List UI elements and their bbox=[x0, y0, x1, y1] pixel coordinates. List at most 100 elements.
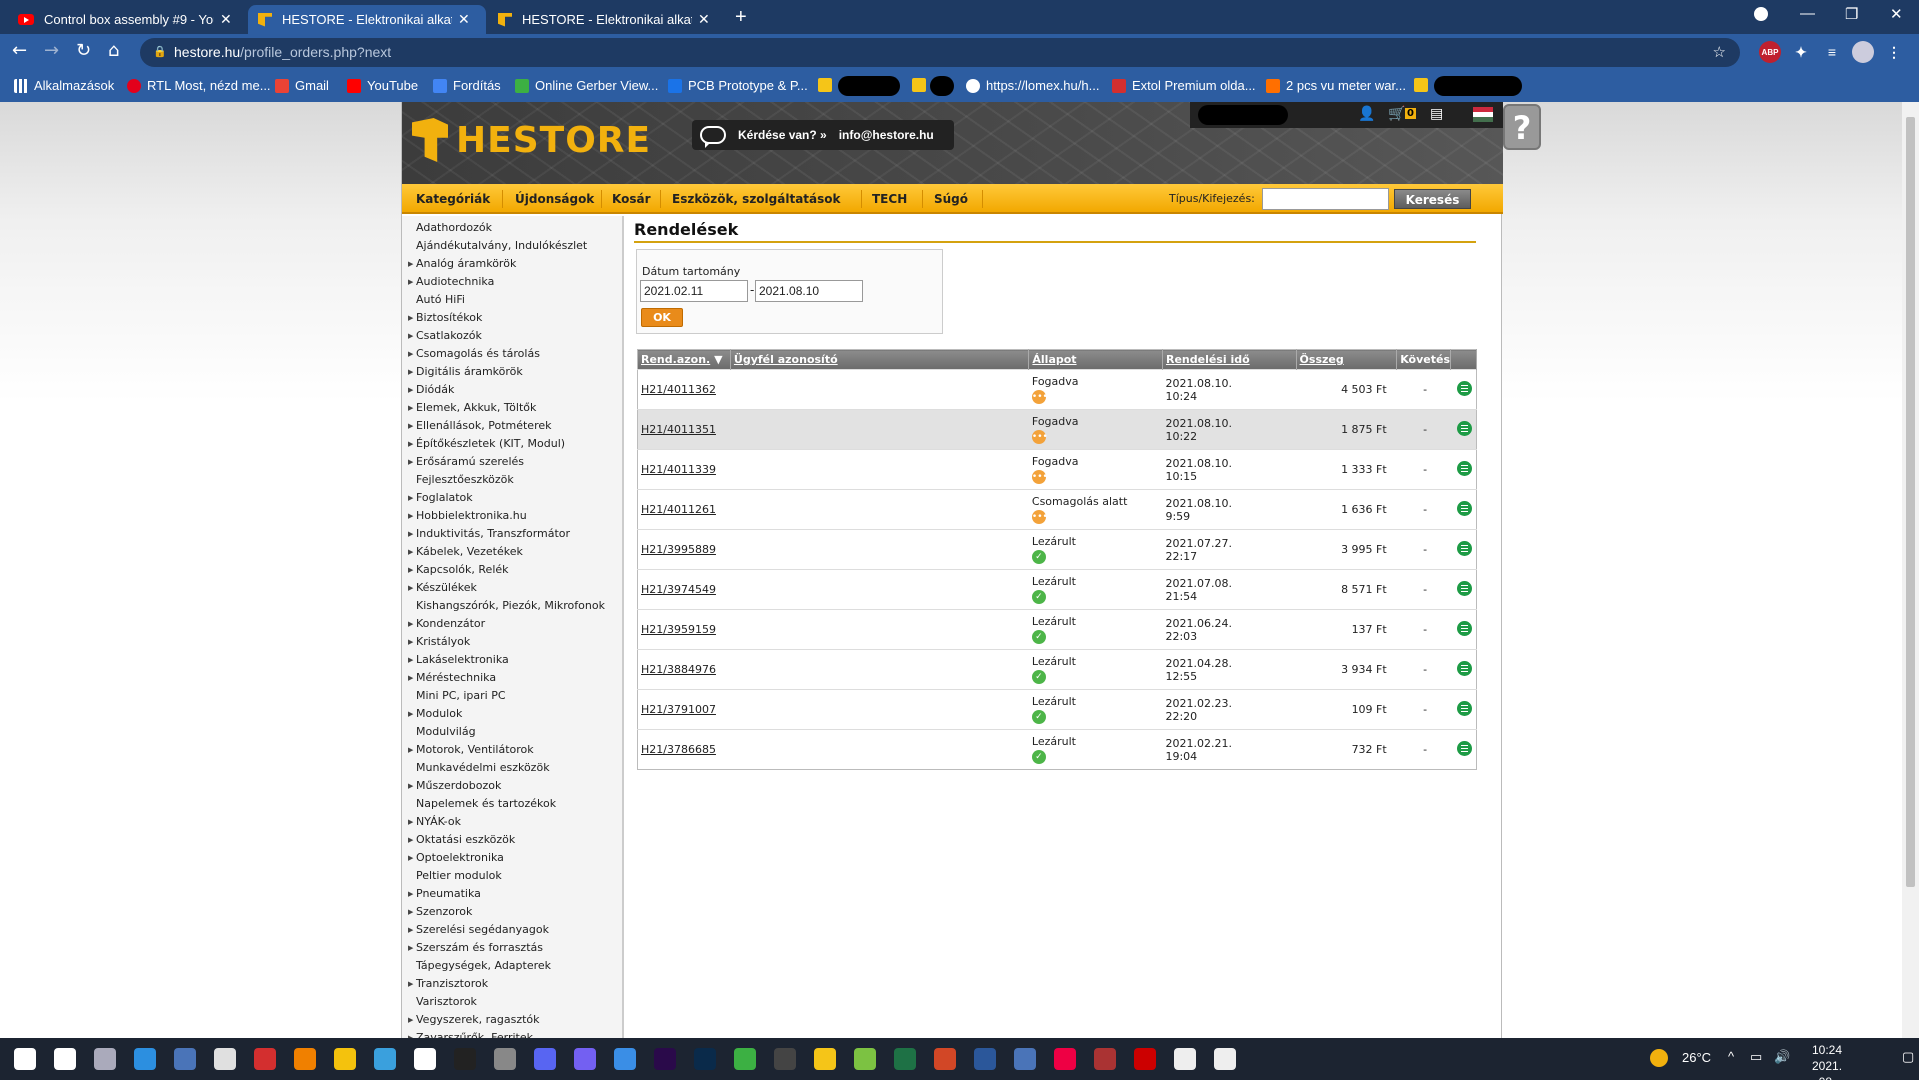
menu-cart[interactable]: Kosár bbox=[612, 192, 651, 206]
bookmark-folder[interactable] bbox=[818, 78, 838, 92]
app-icon[interactable] bbox=[734, 1048, 756, 1070]
back-icon[interactable]: ← bbox=[12, 40, 27, 61]
avatar[interactable] bbox=[1852, 41, 1874, 63]
forward-icon[interactable]: → bbox=[44, 40, 59, 61]
tab-hestore-active[interactable]: HESTORE - Elektronikai alkatrész ✕ bbox=[248, 5, 486, 34]
category-item[interactable]: Varisztorok bbox=[408, 993, 477, 1011]
flag-app-icon[interactable] bbox=[1054, 1048, 1076, 1070]
order-link[interactable]: H21/3884976 bbox=[641, 663, 716, 676]
search-icon[interactable] bbox=[54, 1048, 76, 1070]
bookmark-banggood[interactable]: 2 pcs vu meter war... bbox=[1266, 78, 1406, 93]
order-link[interactable]: H21/3995889 bbox=[641, 543, 716, 556]
category-item[interactable]: ▶ Műszerdobozok bbox=[408, 777, 501, 795]
category-item[interactable]: ▶ Csatlakozók bbox=[408, 327, 482, 345]
category-item[interactable]: ▶ Tranzisztorok bbox=[408, 975, 488, 993]
save-icon[interactable] bbox=[1014, 1048, 1036, 1070]
hungarian-flag-icon[interactable] bbox=[1473, 107, 1493, 122]
category-item[interactable]: ▶ Ellenállások, Potméterek bbox=[408, 417, 552, 435]
adblock-icon[interactable]: ABP bbox=[1759, 41, 1781, 63]
new-tab-button[interactable]: + bbox=[735, 6, 747, 29]
filezilla-icon[interactable] bbox=[1134, 1048, 1156, 1070]
menu-tech[interactable]: TECH bbox=[872, 192, 907, 206]
obs-icon[interactable] bbox=[774, 1048, 796, 1070]
f1-icon[interactable] bbox=[454, 1048, 476, 1070]
category-item[interactable]: Tápegységek, Adapterek bbox=[408, 957, 551, 975]
menu-icon[interactable]: ⋮ bbox=[1883, 41, 1905, 63]
photoshop-icon[interactable] bbox=[694, 1048, 716, 1070]
category-item[interactable]: ▶ Oktatási eszközök bbox=[408, 831, 515, 849]
date-from-input[interactable] bbox=[640, 280, 748, 302]
category-item[interactable]: Napelemek és tartozékok bbox=[408, 795, 556, 813]
bookmark-rtl[interactable]: RTL Most, nézd me... bbox=[127, 78, 271, 93]
category-item[interactable]: ▶ Zavarszűrők, Ferritek bbox=[408, 1029, 533, 1038]
category-item[interactable]: ▶ Biztosítékok bbox=[408, 309, 482, 327]
category-item[interactable]: ▶ Kondenzátor bbox=[408, 615, 485, 633]
close-tab-icon[interactable]: ✕ bbox=[458, 11, 470, 28]
chrome-active-icon[interactable] bbox=[1214, 1048, 1236, 1070]
order-details-icon[interactable] bbox=[1457, 580, 1473, 596]
bookmark-folder[interactable] bbox=[912, 78, 932, 92]
network-icon[interactable]: ▭ bbox=[1750, 1049, 1762, 1065]
tray-chevron-icon[interactable]: ^ bbox=[1728, 1049, 1734, 1064]
order-details-icon[interactable] bbox=[1457, 460, 1473, 476]
category-item[interactable]: ▶ Vegyszerek, ragasztók bbox=[408, 1011, 540, 1029]
help-button[interactable]: ? bbox=[1503, 104, 1541, 150]
category-item[interactable]: Mini PC, ipari PC bbox=[408, 687, 506, 705]
viber-icon[interactable] bbox=[574, 1048, 596, 1070]
bookmark-star-icon[interactable]: ☆ bbox=[1713, 38, 1726, 67]
profile-dropdown-icon[interactable] bbox=[1754, 7, 1768, 21]
close-tab-icon[interactable]: ✕ bbox=[698, 11, 710, 28]
order-link[interactable]: H21/4011261 bbox=[641, 503, 716, 516]
category-item[interactable]: ▶ Modulok bbox=[408, 705, 462, 723]
close-window-button[interactable]: ✕ bbox=[1890, 5, 1903, 23]
column-tracking[interactable]: Követés bbox=[1396, 349, 1451, 370]
order-link[interactable]: H21/3791007 bbox=[641, 703, 716, 716]
close-tab-icon[interactable]: ✕ bbox=[220, 11, 232, 28]
photo-app-icon[interactable] bbox=[1094, 1048, 1116, 1070]
category-item[interactable]: ▶ Építőkészletek (KIT, Modul) bbox=[408, 435, 565, 453]
order-details-icon[interactable] bbox=[1457, 540, 1473, 556]
category-item[interactable]: ▶ Elemek, Akkuk, Töltők bbox=[408, 399, 536, 417]
notepad-icon[interactable] bbox=[854, 1048, 876, 1070]
ok-button[interactable]: OK bbox=[641, 308, 683, 327]
compare-icon[interactable]: ▤ bbox=[1430, 106, 1443, 122]
explorer-icon[interactable] bbox=[814, 1048, 836, 1070]
category-item[interactable]: ▶ Analóg áramkörök bbox=[408, 255, 516, 273]
category-item[interactable]: ▶ Csomagolás és tárolás bbox=[408, 345, 540, 363]
bookmark-lomex[interactable]: https://lomex.hu/h... bbox=[966, 78, 1099, 93]
clock[interactable]: 10:24 2021. 08. 10. bbox=[1812, 1042, 1842, 1080]
mail-app-icon[interactable] bbox=[494, 1048, 516, 1070]
menu-help[interactable]: Súgó bbox=[934, 192, 968, 206]
category-item[interactable]: Kishangszórók, Piezók, Mikrofonok bbox=[408, 597, 605, 615]
order-link[interactable]: H21/4011351 bbox=[641, 423, 716, 436]
category-item[interactable]: ▶ Erősáramú szerelés bbox=[408, 453, 524, 471]
search-input[interactable] bbox=[1262, 188, 1389, 210]
category-item[interactable]: Fejlesztőeszközök bbox=[408, 471, 514, 489]
store-icon[interactable] bbox=[414, 1048, 436, 1070]
bookmark-gerber[interactable]: Online Gerber View... bbox=[515, 78, 658, 93]
order-link[interactable]: H21/3974549 bbox=[641, 583, 716, 596]
windows-start-icon[interactable] bbox=[14, 1048, 36, 1070]
order-link[interactable]: H21/3786685 bbox=[641, 743, 716, 756]
category-item[interactable]: ▶ Kapcsolók, Relék bbox=[408, 561, 509, 579]
search-button[interactable]: Keresés bbox=[1394, 189, 1471, 209]
edge-icon[interactable] bbox=[374, 1048, 396, 1070]
bookmark-folder[interactable] bbox=[1414, 78, 1434, 92]
category-item[interactable]: ▶ Induktivitás, Transzformátor bbox=[408, 525, 570, 543]
category-item[interactable]: Autó HiFi bbox=[408, 291, 465, 309]
order-link[interactable]: H21/4011362 bbox=[641, 383, 716, 396]
weather-icon[interactable] bbox=[1650, 1049, 1668, 1067]
mail-icon[interactable] bbox=[614, 1048, 636, 1070]
category-item[interactable]: ▶ Szenzorok bbox=[408, 903, 472, 921]
category-item[interactable]: Ajándékutalvány, Indulókészlet bbox=[408, 237, 587, 255]
scrollbar-thumb[interactable] bbox=[1906, 117, 1915, 887]
menu-tools[interactable]: Eszközök, szolgáltatások bbox=[672, 192, 841, 206]
bookmark-jlc[interactable]: PCB Prototype & P... bbox=[668, 78, 808, 93]
notifications-icon[interactable]: ▢ bbox=[1902, 1049, 1914, 1065]
sort-down-icon[interactable]: ▼ bbox=[714, 353, 722, 366]
reload-icon[interactable]: ↻ bbox=[76, 40, 91, 61]
vscode-icon[interactable] bbox=[134, 1048, 156, 1070]
category-item[interactable]: ▶ Kábelek, Vezetékek bbox=[408, 543, 523, 561]
column-order-id[interactable]: Rend.azon. ▼ bbox=[637, 349, 731, 370]
category-item[interactable]: ▶ Foglalatok bbox=[408, 489, 473, 507]
